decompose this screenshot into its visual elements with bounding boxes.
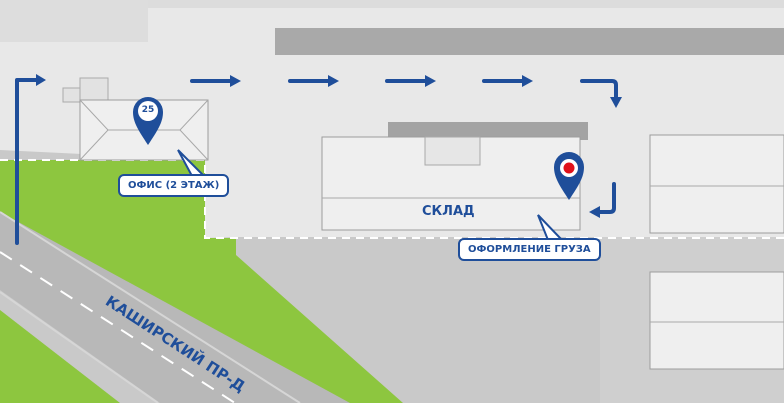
site-map <box>0 0 784 403</box>
right-building-1 <box>649 134 784 234</box>
office-roof-top <box>79 77 109 101</box>
office-pin-number: 25 <box>141 105 155 115</box>
top-dark-strip <box>275 28 784 55</box>
warehouse-roof-box <box>424 136 481 166</box>
top-left-block <box>0 0 148 42</box>
warehouse-label: СКЛАД <box>422 204 475 219</box>
top-strip <box>148 0 784 8</box>
right-building-2 <box>649 271 784 370</box>
office-label[interactable]: ОФИС (2 ЭТАЖ) <box>118 174 230 197</box>
cargo-label[interactable]: ОФОРМЛЕНИЕ ГРУЗА <box>458 238 601 261</box>
